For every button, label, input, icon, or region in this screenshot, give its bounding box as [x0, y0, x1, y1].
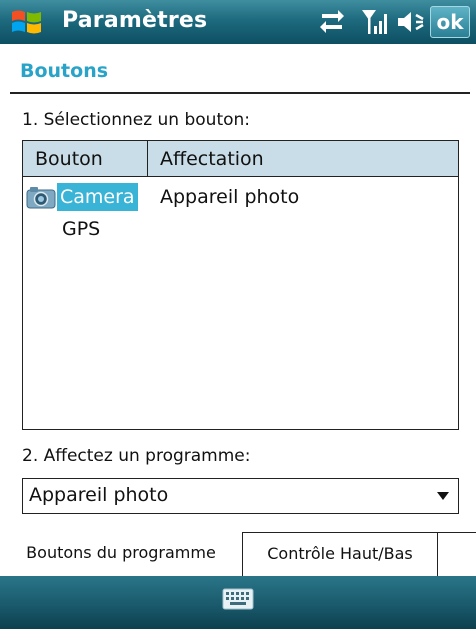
app-title: Paramètres [62, 8, 208, 33]
chevron-down-icon[interactable] [436, 491, 450, 501]
step2-label: 2. Affectez un programme: [22, 446, 251, 466]
signal-icon[interactable] [360, 8, 390, 36]
ok-button[interactable]: ok [430, 6, 470, 38]
column-header-bouton[interactable]: Bouton [23, 141, 148, 177]
step1-label: 1. Sélectionnez un bouton: [22, 110, 251, 130]
title-bar: Paramètres ok [0, 0, 476, 44]
connectivity-icon[interactable] [318, 8, 346, 34]
windows-start-icon[interactable] [10, 6, 44, 38]
dropdown-value: Appareil photo [29, 484, 169, 506]
section-title: Boutons [20, 60, 109, 82]
tab-controle-haut-bas[interactable]: Contrôle Haut/Bas [243, 532, 438, 576]
list-item[interactable]: GPS [23, 213, 458, 245]
tab-strip-filler [438, 532, 476, 576]
bottom-softkey-bar [0, 576, 476, 629]
tab-strip: Boutons du programme Contrôle Haut/Bas [0, 532, 476, 576]
volume-icon[interactable] [396, 8, 426, 36]
program-dropdown[interactable]: Appareil photo [22, 478, 459, 514]
section-divider [10, 92, 470, 94]
list-item[interactable]: Camera Appareil photo [23, 181, 458, 213]
listview-header: Bouton Affectation [23, 141, 458, 177]
tab-boutons-du-programme[interactable]: Boutons du programme [0, 532, 243, 576]
list-item-name: GPS [62, 218, 101, 240]
button-listview[interactable]: Bouton Affectation Camera Appareil photo… [22, 140, 459, 430]
list-item-name: Camera [57, 183, 138, 211]
camera-icon [26, 187, 56, 209]
keyboard-icon[interactable] [222, 588, 254, 610]
list-item-value: Appareil photo [160, 186, 300, 208]
column-header-affectation[interactable]: Affectation [148, 141, 458, 177]
